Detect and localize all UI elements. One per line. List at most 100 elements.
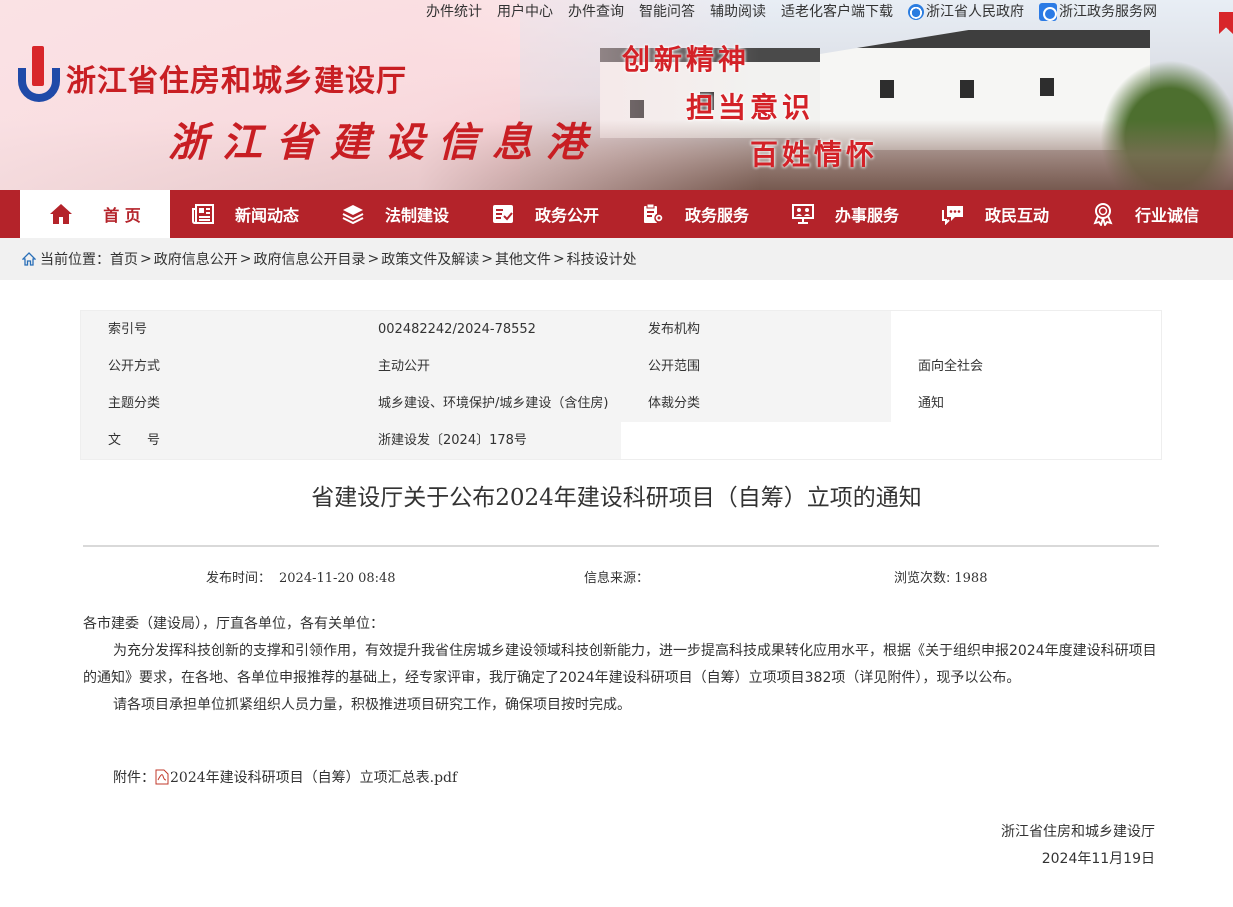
sign-date: 2024年11月19日	[1041, 851, 1155, 867]
meta-value: 城乡建设、环境保护/城乡建设（含住房)	[351, 385, 621, 422]
breadcrumb-separator: >	[367, 251, 380, 267]
meta-value	[891, 422, 1161, 459]
link-query[interactable]: 办件查询	[568, 2, 624, 22]
org-name[interactable]: 浙江省住房和城乡建设厅	[66, 56, 407, 100]
nav-item-news[interactable]: 新闻动态	[170, 190, 320, 238]
slogan-3: 百姓情怀	[750, 138, 879, 171]
award-ribbon-icon	[1091, 202, 1115, 226]
nav-item-gov-services[interactable]: 政务服务	[620, 190, 770, 238]
meta-label: 文 号	[81, 422, 351, 459]
meta-row: 索引号 002482242/2024-78552 发布机构	[81, 311, 1161, 348]
view-count-value: 1988	[954, 571, 988, 586]
slogan-1: 创新精神	[622, 43, 751, 76]
nav-item-label: 新闻动态	[234, 206, 299, 225]
site-name: 浙江省建设信息港	[168, 119, 600, 166]
title-divider	[83, 545, 1159, 547]
publish-time-value: 2024-11-20 08:48	[279, 571, 396, 586]
view-count: 浏览次数: 1988	[894, 567, 987, 586]
meta-value: 002482242/2024-78552	[351, 311, 621, 348]
attachment: 附件： 2024年建设科研项目（自筹）立项汇总表.pdf	[113, 767, 457, 787]
breadcrumb-tech-design-dept[interactable]: 科技设计处	[567, 249, 637, 269]
gov-emblem-icon	[908, 4, 924, 20]
nav-item-label: 法制建设	[384, 206, 449, 225]
meta-value	[891, 311, 1161, 348]
location-home-icon	[22, 252, 36, 266]
info-source-label: 信息来源：	[584, 571, 650, 586]
nav-item-label: 首 页	[103, 206, 141, 225]
link-zj-gov[interactable]: 浙江省人民政府	[908, 2, 1024, 22]
salutation: 各市建委（建设局），厅直各单位，各有关单位：	[83, 616, 384, 632]
article-title: 省建设厅关于公布2024年建设科研项目（自筹）立项的通知	[311, 485, 922, 511]
body-paragraph: 请各项目承担单位抓紧组织人员力量，积极推进项目研究工作，确保项目按时完成。	[113, 697, 631, 713]
link-zj-service[interactable]: 浙江政务服务网	[1039, 2, 1157, 22]
link-elderly-client[interactable]: 适老化客户端下载	[781, 2, 893, 22]
pdf-file-icon	[155, 769, 169, 785]
meta-label: 公开方式	[81, 348, 351, 385]
service-clipboard-icon	[641, 202, 665, 226]
meta-row: 文 号 浙建设发〔2024〕178号	[81, 422, 1161, 459]
chat-icon	[941, 202, 965, 226]
slogan-2: 担当意识	[686, 91, 815, 124]
link-stats[interactable]: 办件统计	[426, 2, 482, 22]
meta-label: 索引号	[81, 311, 351, 348]
link-user-center[interactable]: 用户中心	[497, 2, 553, 22]
link-zj-service-label: 浙江政务服务网	[1059, 4, 1157, 20]
attachment-link[interactable]: 2024年建设科研项目（自筹）立项汇总表.pdf	[170, 767, 457, 787]
document-check-icon	[491, 202, 515, 226]
link-reading-aid[interactable]: 辅助阅读	[710, 2, 766, 22]
meta-label: 发布机构	[621, 311, 891, 348]
breadcrumb-separator: >	[481, 251, 493, 267]
home-icon	[49, 202, 73, 226]
breadcrumb-separator: >	[552, 251, 565, 267]
newspaper-icon	[191, 202, 215, 226]
main-nav: 首 页 新闻动态 法制建设 政务公开 政务服务 办事服务 政民互动 行业诚信	[0, 190, 1233, 238]
document-meta-table: 索引号 002482242/2024-78552 发布机构 公开方式 主动公开 …	[80, 310, 1162, 460]
info-source: 信息来源：	[584, 567, 657, 586]
nav-item-legal[interactable]: 法制建设	[320, 190, 470, 238]
banner-window	[880, 80, 894, 98]
meta-row: 主题分类 城乡建设、环境保护/城乡建设（含住房) 体裁分类 通知	[81, 385, 1161, 422]
layers-icon	[341, 202, 365, 226]
breadcrumb-separator: >	[140, 251, 152, 267]
top-utility-bar: 办件统计 用户中心 办件查询 智能问答 辅助阅读 适老化客户端下载 浙江省人民政…	[0, 0, 1233, 34]
meta-value: 主动公开	[351, 348, 621, 385]
nav-item-label: 政务服务	[684, 206, 749, 225]
nav-item-label: 行业诚信	[1134, 206, 1199, 225]
nav-item-home[interactable]: 首 页	[20, 190, 170, 238]
nav-item-interaction[interactable]: 政民互动	[920, 190, 1070, 238]
service-portal-icon	[1039, 3, 1057, 21]
meta-label: 主题分类	[81, 385, 351, 422]
publish-time: 发布时间： 2024-11-20 08:48	[206, 567, 396, 586]
meta-value: 浙建设发〔2024〕178号	[351, 422, 621, 459]
breadcrumb-other-docs[interactable]: 其他文件	[495, 249, 551, 269]
nav-item-office-services[interactable]: 办事服务	[770, 190, 920, 238]
banner-window	[1040, 78, 1054, 96]
breadcrumb-home[interactable]: 首页	[110, 249, 138, 269]
view-count-label: 浏览次数:	[894, 571, 951, 586]
breadcrumb-separator: >	[239, 251, 252, 267]
article-body: 各市建委（建设局），厅直各单位，各有关单位： 为充分发挥科技创新的支撑和引领作用…	[83, 611, 1161, 719]
breadcrumb: 当前位置： 首页 > 政府信息公开 > 政府信息公开目录 > 政策文件及解读 >…	[0, 238, 1233, 280]
site-logo-icon[interactable]	[18, 46, 60, 104]
meta-row: 公开方式 主动公开 公开范围 面向全社会	[81, 348, 1161, 385]
breadcrumb-policy-docs[interactable]: 政策文件及解读	[381, 249, 479, 269]
nav-item-label: 政务公开	[534, 206, 599, 225]
body-paragraph: 为充分发挥科技创新的支撑和引领作用，有效提升我省住房城乡建设领域科技创新能力，进…	[83, 643, 1157, 686]
meta-value: 通知	[918, 396, 945, 411]
link-qa[interactable]: 智能问答	[639, 2, 695, 22]
signer: 浙江省住房和城乡建设厅	[1001, 824, 1155, 840]
header-banner: 浙江省住房和城乡建设厅 浙江省建设信息港 创新精神 担当意识 百姓情怀	[0, 0, 1233, 190]
banner-window	[960, 80, 974, 98]
nav-item-label: 办事服务	[834, 206, 899, 225]
meta-label: 公开范围	[621, 348, 891, 385]
link-zj-gov-label: 浙江省人民政府	[926, 4, 1024, 20]
nav-item-integrity[interactable]: 行业诚信	[1070, 190, 1220, 238]
people-screen-icon	[791, 202, 815, 226]
breadcrumb-gov-info-catalog[interactable]: 政府信息公开目录	[253, 249, 365, 269]
nav-item-gov-affairs[interactable]: 政务公开	[470, 190, 620, 238]
breadcrumb-prefix: 当前位置：	[40, 252, 110, 268]
meta-label: 体裁分类	[621, 385, 891, 422]
attachment-label: 附件：	[113, 770, 155, 786]
breadcrumb-gov-info[interactable]: 政府信息公开	[154, 249, 238, 269]
nav-item-label: 政民互动	[984, 206, 1049, 225]
